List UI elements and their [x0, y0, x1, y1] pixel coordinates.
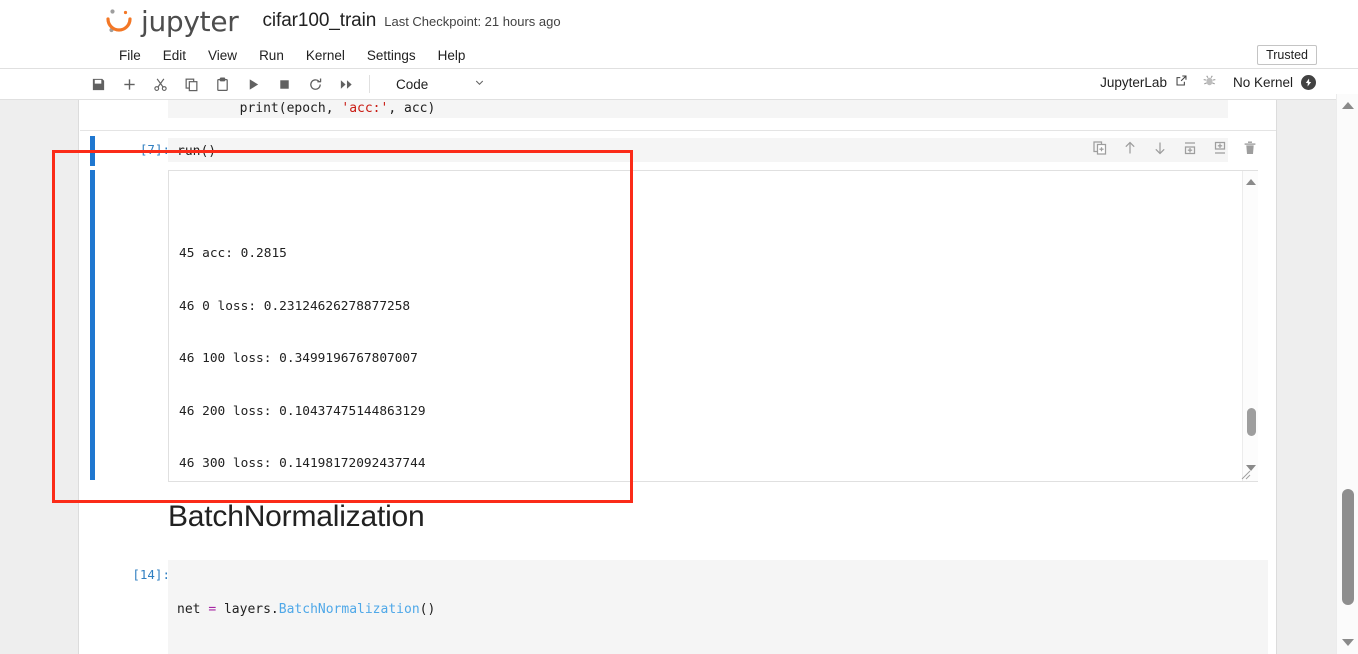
- move-cell-up-icon[interactable]: [1122, 140, 1138, 156]
- code-token: BatchNormalization: [278, 602, 420, 617]
- jupyterlab-link-label[interactable]: JupyterLab: [1100, 75, 1167, 90]
- jupyter-logo[interactable]: jupyter: [104, 5, 239, 38]
- toolbar-right-status: JupyterLab No Kernel: [1100, 73, 1316, 91]
- page-scroll-up-arrow[interactable]: [1342, 102, 1354, 109]
- notebook-panel: print(epoch, 'acc:', acc) [7]: run() 45 …: [80, 100, 1276, 654]
- code-editor-run[interactable]: run(): [168, 138, 1228, 162]
- move-cell-down-icon[interactable]: [1152, 140, 1168, 156]
- restart-run-all-button[interactable]: [332, 72, 360, 96]
- cell-output-area[interactable]: 45 acc: 0.2815 46 0 loss: 0.231246262788…: [168, 170, 1258, 482]
- notebook-toolbar: Code JupyterLab No Kernel: [0, 69, 1358, 100]
- menu-items: File Edit View Run Kernel Settings Help: [108, 45, 476, 66]
- code-editor-above[interactable]: print(epoch, 'acc:', acc): [168, 100, 1228, 118]
- jupyter-wordmark: jupyter: [141, 4, 239, 38]
- jupyter-logo-icon: [104, 6, 134, 36]
- toolbar-divider: [369, 75, 370, 93]
- notebook-title[interactable]: cifar100_train: [263, 10, 377, 32]
- left-gutter: [0, 100, 79, 654]
- code-text-string: 'acc:': [341, 101, 389, 116]
- cell-type-select[interactable]: Code: [392, 74, 490, 94]
- output-scroll-up-arrow[interactable]: [1246, 179, 1256, 185]
- cell-prompt-14: [14]:: [132, 567, 170, 582]
- menu-item-help[interactable]: Help: [427, 45, 477, 66]
- page-scroll-thumb[interactable]: [1342, 489, 1354, 605]
- code-line: net = layers.BatchNormalization(): [177, 601, 1259, 619]
- cell-prompt-7: [7]:: [139, 142, 170, 157]
- save-button[interactable]: [84, 72, 112, 96]
- menu-item-edit[interactable]: Edit: [152, 45, 197, 66]
- output-line: 46 0 loss: 0.23124626278877258: [179, 298, 411, 314]
- cut-cell-button[interactable]: [146, 72, 174, 96]
- insert-cell-above-icon[interactable]: [1182, 140, 1198, 156]
- external-link-icon[interactable]: [1175, 74, 1188, 90]
- right-gutter: [1276, 100, 1336, 654]
- kernel-status-label: No Kernel: [1232, 74, 1293, 90]
- delete-cell-icon[interactable]: [1242, 140, 1258, 156]
- copy-cell-button[interactable]: [177, 72, 205, 96]
- code-text-prefix: print(epoch,: [177, 101, 342, 116]
- jupyter-notebook-window: jupyter cifar100_train Last Checkpoint: …: [0, 0, 1358, 654]
- cell-type-value: Code: [396, 76, 429, 92]
- output-line: 46 200 loss: 0.10437475144863129: [179, 403, 426, 419]
- output-text: 45 acc: 0.2815 46 0 loss: 0.231246262788…: [169, 206, 1257, 481]
- kernel-busy-dot-icon[interactable]: [1301, 74, 1316, 90]
- menu-bar: File Edit View Run Kernel Settings Help …: [0, 42, 1358, 69]
- menu-item-file[interactable]: File: [108, 45, 152, 66]
- output-line: 46 100 loss: 0.3499196767807007: [179, 351, 418, 366]
- interrupt-kernel-button[interactable]: [270, 72, 298, 96]
- bug-icon[interactable]: [1202, 73, 1217, 91]
- insert-cell-below-icon[interactable]: [1212, 140, 1228, 156]
- restart-kernel-button[interactable]: [301, 72, 329, 96]
- code-token: (): [419, 602, 436, 617]
- paste-cell-button[interactable]: [208, 72, 236, 96]
- page-scroll-down-arrow[interactable]: [1342, 639, 1354, 646]
- menu-item-kernel[interactable]: Kernel: [295, 45, 356, 66]
- output-line: 46 300 loss: 0.14198172092437744: [179, 456, 426, 471]
- last-checkpoint-label: Last Checkpoint: 21 hours ago: [384, 13, 561, 29]
- trusted-badge[interactable]: Trusted: [1257, 45, 1317, 65]
- insert-cell-button[interactable]: [115, 72, 143, 96]
- code-editor-batchnorm[interactable]: net = layers.BatchNormalization() x = tf…: [168, 560, 1268, 654]
- page-scrollbar[interactable]: [1336, 94, 1358, 654]
- code-text-suffix: , acc): [388, 101, 436, 116]
- output-resize-handle[interactable]: [1240, 468, 1254, 482]
- cell-selection-bar-input: [90, 136, 95, 166]
- output-line: 45 acc: 0.2815: [179, 246, 287, 261]
- run-cell-button[interactable]: [239, 72, 267, 96]
- code-token: =: [208, 602, 217, 617]
- markdown-heading-batchnormalization[interactable]: BatchNormalization: [168, 500, 425, 534]
- code-text-run: run(): [177, 144, 217, 159]
- duplicate-cell-icon[interactable]: [1092, 140, 1108, 156]
- output-scrollbar[interactable]: [1242, 171, 1258, 481]
- cell-toolbar: [1092, 140, 1258, 156]
- menu-item-settings[interactable]: Settings: [356, 45, 427, 66]
- toolbar-buttons: Code: [84, 72, 490, 96]
- code-token: net: [177, 602, 209, 617]
- output-scroll-thumb[interactable]: [1247, 408, 1256, 436]
- code-token: layers.: [216, 602, 279, 617]
- chevron-down-icon: [473, 76, 486, 92]
- app-header: jupyter cifar100_train Last Checkpoint: …: [0, 0, 1358, 42]
- cell-divider: [80, 130, 1276, 131]
- menu-item-view[interactable]: View: [197, 45, 248, 66]
- menu-item-run[interactable]: Run: [248, 45, 295, 66]
- cell-selection-bar-output: [90, 170, 95, 480]
